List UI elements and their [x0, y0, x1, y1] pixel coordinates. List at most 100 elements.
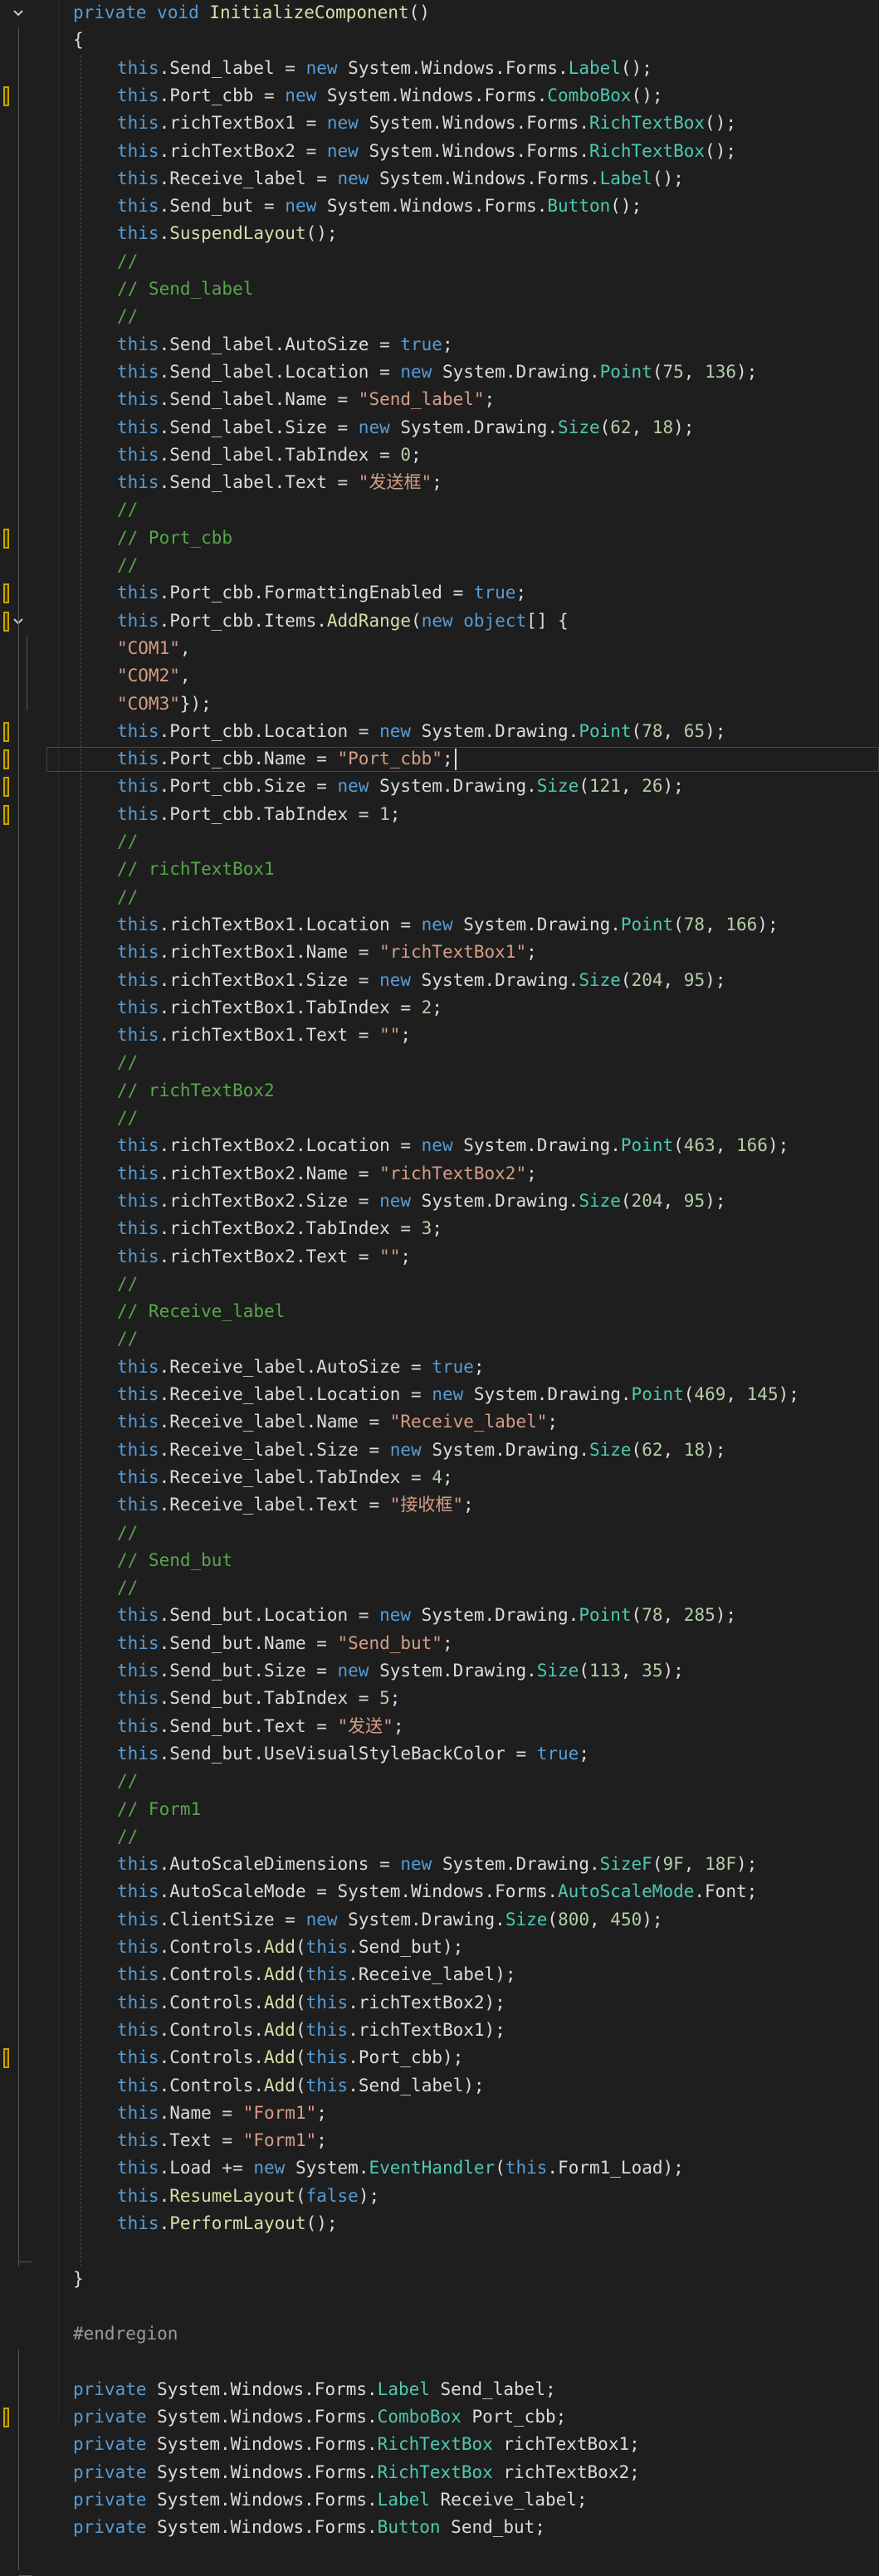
code-line[interactable]: this.ClientSize = new System.Drawing.Siz…: [117, 1907, 663, 1933]
code-line[interactable]: this.richTextBox1.TabIndex = 2;: [117, 995, 442, 1021]
code-line[interactable]: this.Send_but.TabIndex = 5;: [117, 1686, 400, 1711]
code-line[interactable]: this.SuspendLayout();: [117, 221, 338, 246]
code-token: this: [117, 444, 159, 465]
code-token: ;: [411, 444, 422, 465]
code-line[interactable]: this.Send_but.UseVisualStyleBackColor = …: [117, 1741, 589, 1767]
code-line[interactable]: this.Receive_label.Size = new System.Dra…: [117, 1437, 725, 1463]
code-line[interactable]: this.Send_label.TabIndex = 0;: [117, 442, 422, 468]
code-line[interactable]: this.richTextBox2.Text = "";: [117, 1244, 411, 1270]
code-line[interactable]: // Receive_label: [117, 1299, 285, 1325]
code-line[interactable]: this.Port_cbb.Items.AddRange(new object[…: [117, 608, 569, 634]
code-line[interactable]: this.Port_cbb.Name = "Port_cbb";: [117, 746, 453, 772]
code-line[interactable]: this.Receive_label.Location = new System…: [117, 1382, 799, 1408]
code-line[interactable]: {: [73, 27, 84, 53]
code-line[interactable]: this.Send_but = new System.Windows.Forms…: [117, 193, 642, 219]
code-line[interactable]: this.Controls.Add(this.Port_cbb);: [117, 2045, 463, 2071]
code-line[interactable]: this.ResumeLayout(false);: [117, 2183, 379, 2209]
code-token: //: [117, 1578, 139, 1598]
code-line[interactable]: private System.Windows.Forms.RichTextBox…: [73, 2460, 640, 2486]
code-line[interactable]: //: [117, 553, 138, 578]
code-line[interactable]: this.richTextBox2 = new System.Windows.F…: [117, 139, 736, 164]
code-line[interactable]: private void InitializeComponent(): [73, 0, 430, 26]
code-line[interactable]: this.Port_cbb.Location = new System.Draw…: [117, 719, 725, 744]
code-line[interactable]: this.Controls.Add(this.Receive_label);: [117, 1962, 515, 1988]
code-line[interactable]: private System.Windows.Forms.Label Send_…: [73, 2377, 556, 2403]
code-line[interactable]: this.Port_cbb.TabIndex = 1;: [117, 802, 400, 827]
code-line[interactable]: "COM1",: [117, 636, 191, 661]
code-line[interactable]: #endregion: [73, 2321, 178, 2347]
code-line[interactable]: // richTextBox1: [117, 856, 275, 882]
code-editor[interactable]: private void InitializeComponent() { this.…: [0, 0, 879, 2576]
code-line[interactable]: //: [117, 497, 138, 523]
code-line[interactable]: //: [117, 1824, 138, 1850]
code-line[interactable]: this.richTextBox1.Text = "";: [117, 1022, 411, 1048]
code-line[interactable]: //: [117, 1575, 138, 1601]
code-line[interactable]: //: [117, 829, 138, 855]
code-line[interactable]: this.Send_label.Location = new System.Dr…: [117, 359, 757, 385]
code-line[interactable]: // Port_cbb: [117, 525, 232, 551]
code-line[interactable]: private System.Windows.Forms.RichTextBox…: [73, 2432, 640, 2457]
code-line[interactable]: this.Port_cbb = new System.Windows.Forms…: [117, 83, 662, 109]
code-line[interactable]: this.Receive_label.Name = "Receive_label…: [117, 1409, 558, 1435]
code-line[interactable]: // Form1: [117, 1797, 201, 1822]
code-line[interactable]: this.Receive_label.TabIndex = 4;: [117, 1465, 453, 1490]
code-line[interactable]: //: [117, 249, 138, 275]
code-line[interactable]: this.richTextBox1 = new System.Windows.F…: [117, 110, 736, 136]
code-line[interactable]: this.richTextBox2.Location = new System.…: [117, 1133, 789, 1159]
code-line[interactable]: this.Controls.Add(this.richTextBox1);: [117, 2017, 505, 2043]
code-line[interactable]: //: [117, 885, 138, 910]
code-line[interactable]: //: [117, 304, 138, 329]
code-line[interactable]: //: [117, 1326, 138, 1352]
code-line[interactable]: "COM2",: [117, 663, 191, 689]
code-token: 136: [705, 361, 737, 382]
code-line[interactable]: this.Send_but.Size = new System.Drawing.…: [117, 1658, 684, 1684]
code-line[interactable]: this.Send_label.AutoSize = true;: [117, 332, 453, 358]
code-line[interactable]: //: [117, 1050, 138, 1076]
code-line[interactable]: this.Load += new System.EventHandler(thi…: [117, 2155, 684, 2181]
code-line[interactable]: // Send_label: [117, 276, 253, 302]
code-token: // Form1: [117, 1798, 202, 1819]
code-line[interactable]: private System.Windows.Forms.ComboBox Po…: [73, 2404, 566, 2430]
code-token: (: [295, 1964, 306, 1985]
code-line[interactable]: this.richTextBox1.Name = "richTextBox1";: [117, 939, 537, 965]
code-line[interactable]: }: [73, 2266, 84, 2292]
code-line[interactable]: private System.Windows.Forms.Button Send…: [73, 2515, 545, 2540]
code-line[interactable]: this.PerformLayout();: [117, 2211, 338, 2237]
code-line[interactable]: this.Send_label.Size = new System.Drawin…: [117, 415, 694, 441]
code-line[interactable]: this.richTextBox2.Name = "richTextBox2";: [117, 1161, 537, 1187]
code-line[interactable]: this.Send_label.Text = "发送框";: [117, 470, 442, 495]
code-line[interactable]: this.Receive_label.AutoSize = true;: [117, 1354, 485, 1380]
code-line[interactable]: this.richTextBox1.Location = new System.…: [117, 912, 779, 938]
code-line[interactable]: private System.Windows.Forms.Label Recei…: [73, 2487, 588, 2513]
code-line[interactable]: this.Port_cbb.Size = new System.Drawing.…: [117, 773, 684, 799]
code-line[interactable]: // richTextBox2: [117, 1078, 275, 1104]
code-line[interactable]: //: [117, 1520, 138, 1546]
code-line[interactable]: this.Text = "Form1";: [117, 2128, 327, 2154]
code-line[interactable]: this.richTextBox2.Size = new System.Draw…: [117, 1188, 725, 1214]
code-line[interactable]: this.Send_label.Name = "Send_label";: [117, 387, 495, 412]
code-line[interactable]: this.Name = "Form1";: [117, 2100, 327, 2126]
code-line[interactable]: this.richTextBox1.Size = new System.Draw…: [117, 968, 725, 993]
code-line[interactable]: this.richTextBox2.TabIndex = 3;: [117, 1216, 442, 1242]
code-line[interactable]: this.Send_label = new System.Windows.For…: [117, 56, 652, 81]
code-line[interactable]: //: [117, 1271, 138, 1297]
code-line[interactable]: "COM3"});: [117, 691, 212, 717]
code-line[interactable]: this.Controls.Add(this.richTextBox2);: [117, 1990, 505, 2016]
code-line[interactable]: this.Send_but.Name = "Send_but";: [117, 1631, 453, 1656]
code-line[interactable]: this.Controls.Add(this.Send_but);: [117, 1934, 463, 1960]
code-line[interactable]: this.Receive_label.Text = "接收框";: [117, 1492, 474, 1518]
code-token: SuspendLayout: [169, 223, 306, 244]
chevron-down-icon[interactable]: [12, 7, 25, 20]
code-line[interactable]: this.Controls.Add(this.Send_label);: [117, 2073, 485, 2099]
code-line[interactable]: this.AutoScaleDimensions = new System.Dr…: [117, 1852, 757, 1877]
code-token: );: [778, 1384, 799, 1404]
code-line[interactable]: this.AutoScaleMode = System.Windows.Form…: [117, 1879, 757, 1905]
code-line[interactable]: // Send_but: [117, 1548, 232, 1573]
code-line[interactable]: this.Port_cbb.FormattingEnabled = true;: [117, 580, 526, 606]
code-line[interactable]: //: [117, 1105, 138, 1131]
code-line[interactable]: this.Receive_label = new System.Windows.…: [117, 166, 684, 192]
code-line[interactable]: this.Send_but.Location = new System.Draw…: [117, 1603, 736, 1628]
code-line[interactable]: //: [117, 1769, 138, 1794]
code-token: (: [683, 1384, 695, 1404]
code-line[interactable]: this.Send_but.Text = "发送";: [117, 1714, 403, 1739]
